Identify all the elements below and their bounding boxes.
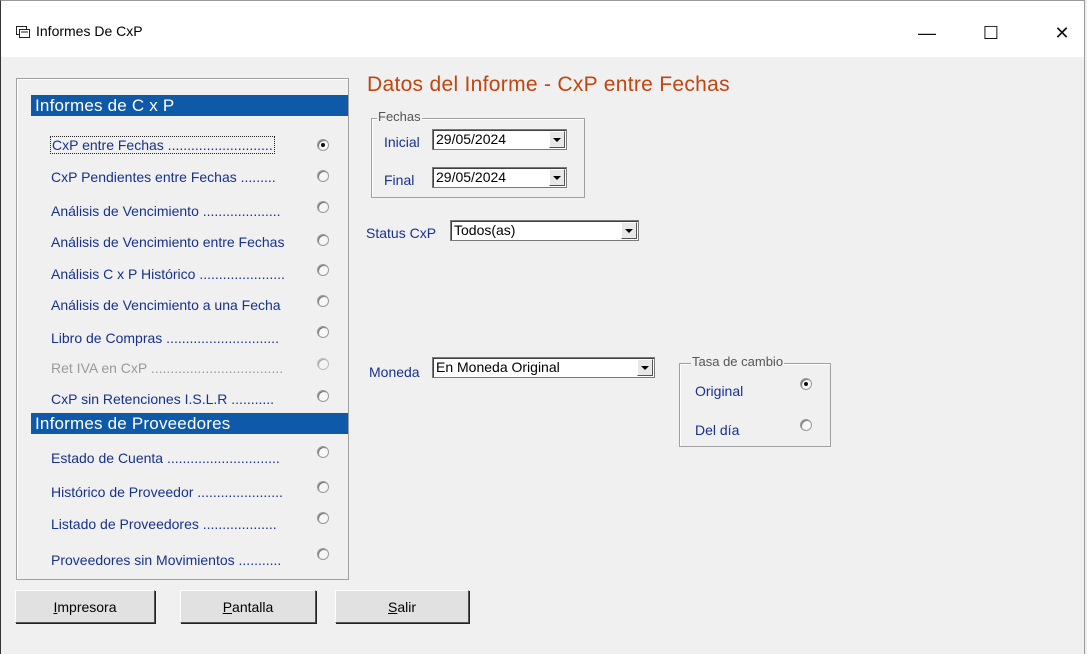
impresora-button[interactable]: Impresora xyxy=(15,590,155,623)
tasa-original-label[interactable]: Original xyxy=(695,383,743,399)
option-ret-iva: Ret IVA en CxP .........................… xyxy=(51,360,284,376)
fecha-inicial-picker[interactable]: 29/05/2024 xyxy=(432,129,567,150)
radio-tasa-deldia[interactable] xyxy=(800,419,812,431)
status-label: Status CxP xyxy=(366,225,437,241)
radio-analisis-vencimiento[interactable] xyxy=(317,201,329,213)
radio-vencimiento-una-fecha[interactable] xyxy=(317,295,329,307)
radio-tasa-original[interactable] xyxy=(800,378,812,390)
option-listado-proveedores[interactable]: Listado de Proveedores .................… xyxy=(51,516,277,532)
option-libro-compras[interactable]: Libro de Compras .......................… xyxy=(51,330,279,346)
option-cxp-pendientes[interactable]: CxP Pendientes entre Fechas ......... xyxy=(51,169,276,185)
minimize-button[interactable]: — xyxy=(904,15,950,51)
option-proveedores-sin-movimientos[interactable]: Proveedores sin Movimientos ........... xyxy=(51,552,281,568)
maximize-icon: ☐ xyxy=(982,22,1000,43)
window-title: Informes De CxP xyxy=(36,23,143,39)
fecha-final-value: 29/05/2024 xyxy=(436,169,507,185)
radio-ret-iva xyxy=(317,358,329,370)
status-select[interactable]: Todos(as) xyxy=(450,220,639,241)
radio-libro-compras[interactable] xyxy=(317,326,329,338)
pantalla-hotkey: P xyxy=(222,598,233,615)
radio-proveedores-sin-movimientos[interactable] xyxy=(317,548,329,560)
chevron-down-icon[interactable] xyxy=(549,169,565,186)
moneda-label: Moneda xyxy=(369,364,420,380)
radio-cxp-entre-fechas[interactable] xyxy=(317,139,329,151)
option-estado-cuenta[interactable]: Estado de Cuenta .......................… xyxy=(51,450,280,466)
fechas-group-title: Fechas xyxy=(377,109,422,124)
moneda-value: En Moneda Original xyxy=(436,359,560,375)
chevron-down-icon[interactable] xyxy=(637,359,653,376)
final-label: Final xyxy=(384,172,415,188)
chevron-down-icon[interactable] xyxy=(549,131,565,148)
radio-analisis-historico[interactable] xyxy=(317,264,329,276)
radio-sin-retenciones[interactable] xyxy=(317,390,329,402)
radio-estado-cuenta[interactable] xyxy=(317,446,329,458)
option-cxp-entre-fechas[interactable]: CxP entre Fechas .......................… xyxy=(50,136,275,154)
proveedores-section-header: Informes de Proveedores xyxy=(31,413,348,434)
option-analisis-historico[interactable]: Análisis C x P Histórico ...............… xyxy=(51,266,285,282)
radio-listado-proveedores[interactable] xyxy=(317,512,329,524)
cxp-section-header: Informes de C x P xyxy=(31,95,348,116)
fecha-final-picker[interactable]: 29/05/2024 xyxy=(432,167,567,188)
title-bar[interactable]: Informes De CxP — ☐ ✕ xyxy=(1,1,1084,57)
impresora-label: mpresora xyxy=(57,598,117,615)
salir-button[interactable]: Salir xyxy=(335,590,469,623)
option-analisis-vencimiento[interactable]: Análisis de Vencimiento ................… xyxy=(51,203,281,219)
radio-cxp-pendientes[interactable] xyxy=(317,170,329,182)
fecha-inicial-value: 29/05/2024 xyxy=(436,131,507,147)
pantalla-button[interactable]: Pantalla xyxy=(180,590,316,623)
close-button[interactable]: ✕ xyxy=(1039,15,1085,51)
radio-analisis-vencimiento-fechas[interactable] xyxy=(317,234,329,246)
report-selector-panel: Informes de C x P CxP entre Fechas .....… xyxy=(16,78,349,580)
moneda-select[interactable]: En Moneda Original xyxy=(432,357,655,378)
option-sin-retenciones[interactable]: CxP sin Retenciones I.S.L.R ........... xyxy=(51,391,274,407)
tasa-deldia-label[interactable]: Del día xyxy=(695,422,739,438)
minimize-icon: — xyxy=(918,22,936,43)
maximize-button[interactable]: ☐ xyxy=(968,15,1014,51)
inicial-label: Inicial xyxy=(384,134,420,150)
report-heading: Datos del Informe - CxP entre Fechas xyxy=(367,73,730,96)
pantalla-label: antalla xyxy=(232,598,274,615)
report-icon xyxy=(16,26,30,38)
tasa-group-title: Tasa de cambio xyxy=(691,354,785,369)
status-value: Todos(as) xyxy=(454,222,516,238)
salir-hotkey: S xyxy=(387,598,398,615)
chevron-down-icon[interactable] xyxy=(621,222,637,239)
salir-label: alir xyxy=(397,598,416,615)
option-analisis-vencimiento-fechas[interactable]: Análisis de Vencimiento entre Fechas xyxy=(51,234,284,250)
report-window: Informes De CxP — ☐ ✕ Informes de C x P … xyxy=(0,0,1085,654)
option-vencimiento-una-fecha[interactable]: Análisis de Vencimiento a una Fecha xyxy=(51,297,281,313)
radio-historico-proveedor[interactable] xyxy=(317,481,329,493)
close-icon: ✕ xyxy=(1054,22,1070,43)
option-historico-proveedor[interactable]: Histórico de Proveedor .................… xyxy=(51,484,283,500)
